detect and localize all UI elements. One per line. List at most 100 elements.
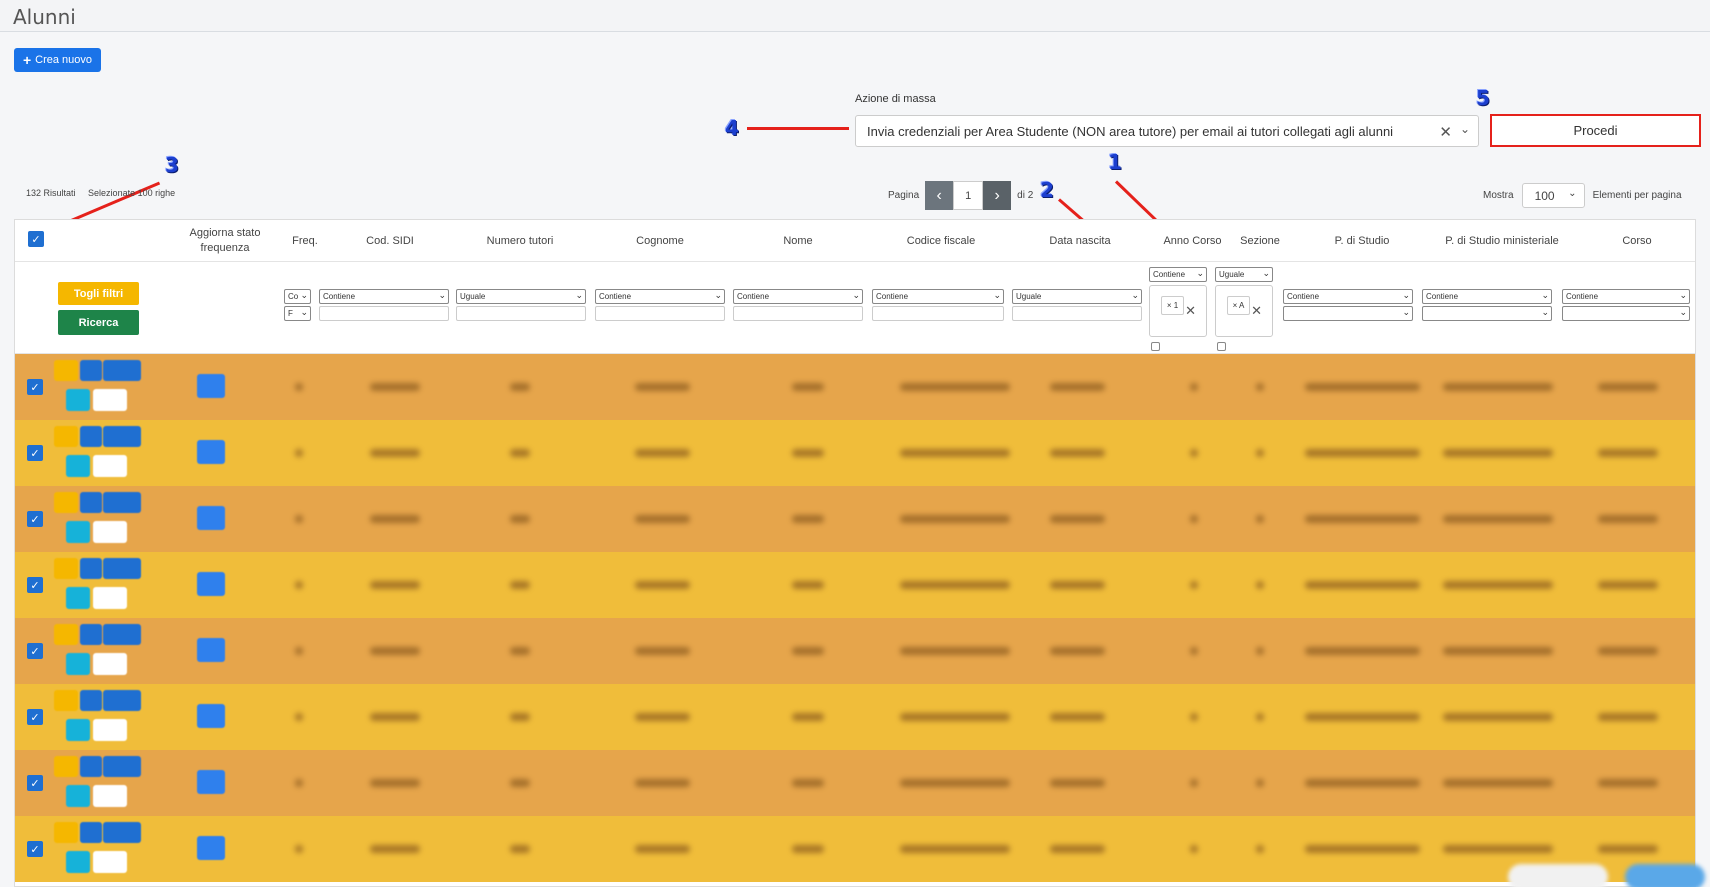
column-header[interactable]: Numero tutori [455, 220, 585, 262]
message-button[interactable] [103, 492, 141, 513]
procedi-button[interactable]: Procedi [1490, 114, 1701, 147]
table-row[interactable]: ✓ [15, 750, 1695, 816]
message-button[interactable] [103, 822, 141, 843]
message-button[interactable] [103, 690, 141, 711]
row-checkbox[interactable]: ✓ [27, 841, 43, 857]
table-row[interactable]: ✓ [15, 486, 1695, 552]
codice-fiscale-filter-input[interactable] [872, 306, 1004, 321]
message-button[interactable] [103, 558, 141, 579]
sezione-operator-select[interactable]: Uguale ⌄ [1215, 267, 1273, 282]
sezione-tag-input[interactable]: × A ✕ [1215, 285, 1273, 337]
sezione-tag[interactable]: × A [1227, 296, 1250, 315]
p-studio-min-operator-select[interactable]: Contiene ⌄ [1422, 289, 1552, 304]
freq-operator-select[interactable]: Co ⌄ [284, 289, 311, 304]
column-header[interactable]: Cod. SIDI [325, 220, 455, 262]
table-row[interactable]: ✓ [15, 684, 1695, 750]
edit-button[interactable] [54, 822, 78, 843]
row-checkbox[interactable]: ✓ [27, 511, 43, 527]
column-header[interactable]: Cognome [595, 220, 725, 262]
update-frequency-button[interactable] [197, 572, 225, 596]
edit-button[interactable] [54, 756, 78, 777]
anno-corso-tag[interactable]: × 1 [1161, 296, 1184, 315]
status-button[interactable] [93, 455, 127, 477]
clear-icon[interactable]: ✕ [1439, 123, 1452, 141]
status-button[interactable] [93, 587, 127, 609]
table-row[interactable]: ✓ [15, 420, 1695, 486]
user-button[interactable] [80, 756, 102, 777]
table-row[interactable]: ✓ [15, 552, 1695, 618]
cognome-filter-input[interactable] [595, 306, 725, 321]
user-button[interactable] [80, 822, 102, 843]
table-row[interactable]: ✓ [15, 618, 1695, 684]
column-header[interactable]: Nome [733, 220, 863, 262]
numero-tutori-operator-select[interactable]: Uguale ⌄ [456, 289, 586, 304]
page-size-select[interactable]: 100 ⌄ [1521, 183, 1585, 208]
column-header[interactable]: Corso [1577, 220, 1695, 262]
user-button[interactable] [80, 624, 102, 645]
message-button[interactable] [103, 426, 141, 447]
table-row[interactable]: ✓ [15, 816, 1695, 882]
search-button[interactable]: Ricerca [58, 310, 139, 335]
clear-filters-button[interactable]: Togli filtri [58, 282, 139, 305]
status-button[interactable] [93, 851, 127, 873]
chevron-down-icon[interactable]: ⌄ [1460, 122, 1470, 136]
p-studio-min-value-select[interactable]: ⌄ [1422, 306, 1552, 321]
create-new-button[interactable]: + Crea nuovo [14, 48, 101, 72]
column-header[interactable]: Aggiorna stato frequenza [165, 220, 285, 262]
sezione-empty-checkbox[interactable] [1217, 342, 1226, 351]
info-button[interactable] [66, 389, 90, 411]
user-button[interactable] [80, 360, 102, 381]
corso-operator-select[interactable]: Contiene ⌄ [1562, 289, 1690, 304]
update-frequency-button[interactable] [197, 836, 225, 860]
info-button[interactable] [66, 521, 90, 543]
floating-secondary-button[interactable] [1508, 864, 1608, 887]
update-frequency-button[interactable] [197, 638, 225, 662]
message-button[interactable] [103, 756, 141, 777]
prev-page-button[interactable]: ‹ [925, 181, 954, 210]
edit-button[interactable] [54, 624, 78, 645]
p-studio-operator-select[interactable]: Contiene ⌄ [1283, 289, 1413, 304]
row-checkbox[interactable]: ✓ [27, 709, 43, 725]
codice-fiscale-operator-select[interactable]: Contiene ⌄ [872, 289, 1004, 304]
info-button[interactable] [66, 455, 90, 477]
cod-sidi-operator-select[interactable]: Contiene ⌄ [319, 289, 449, 304]
row-checkbox[interactable]: ✓ [27, 775, 43, 791]
column-header[interactable]: P. di Studio [1297, 220, 1427, 262]
update-frequency-button[interactable] [197, 770, 225, 794]
row-checkbox[interactable]: ✓ [27, 379, 43, 395]
column-header[interactable]: Anno Corso [1160, 220, 1225, 262]
update-frequency-button[interactable] [197, 506, 225, 530]
nome-filter-input[interactable] [733, 306, 863, 321]
update-frequency-button[interactable] [197, 440, 225, 464]
data-nascita-filter-input[interactable] [1012, 306, 1142, 321]
info-button[interactable] [66, 851, 90, 873]
table-row[interactable]: ✓ [15, 354, 1695, 420]
column-header[interactable]: Data nascita [1015, 220, 1145, 262]
column-header[interactable]: Freq. [285, 220, 325, 262]
update-frequency-button[interactable] [197, 374, 225, 398]
user-button[interactable] [80, 558, 102, 579]
floating-primary-button[interactable] [1625, 864, 1705, 887]
column-header[interactable]: P. di Studio ministeriale [1427, 220, 1577, 262]
column-header[interactable]: Sezione [1225, 220, 1295, 262]
row-checkbox[interactable]: ✓ [27, 445, 43, 461]
edit-button[interactable] [54, 426, 78, 447]
message-button[interactable] [103, 624, 141, 645]
status-button[interactable] [93, 653, 127, 675]
nome-operator-select[interactable]: Contiene ⌄ [733, 289, 863, 304]
update-frequency-button[interactable] [197, 704, 225, 728]
numero-tutori-filter-input[interactable] [456, 306, 586, 321]
message-button[interactable] [103, 360, 141, 381]
select-all-checkbox[interactable]: ✓ [28, 231, 44, 247]
anno-corso-empty-checkbox[interactable] [1151, 342, 1160, 351]
status-button[interactable] [93, 521, 127, 543]
anno-corso-operator-select[interactable]: Contiene ⌄ [1149, 267, 1207, 282]
status-button[interactable] [93, 785, 127, 807]
p-studio-value-select[interactable]: ⌄ [1283, 306, 1413, 321]
cod-sidi-filter-input[interactable] [319, 306, 449, 321]
user-button[interactable] [80, 690, 102, 711]
info-button[interactable] [66, 587, 90, 609]
corso-value-select[interactable]: ⌄ [1562, 306, 1690, 321]
user-button[interactable] [80, 492, 102, 513]
close-icon[interactable]: ✕ [1185, 303, 1196, 319]
